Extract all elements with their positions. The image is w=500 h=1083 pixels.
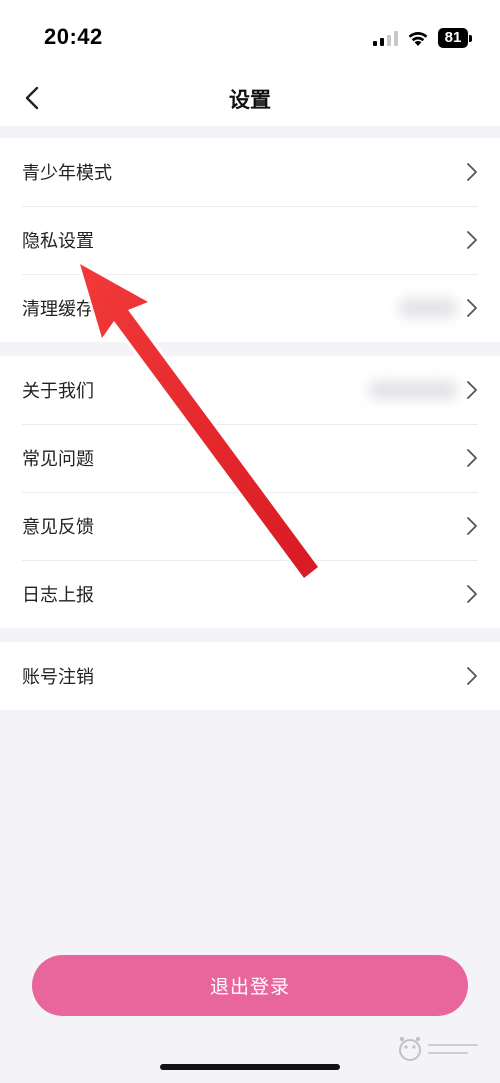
status-time: 20:42 (44, 24, 103, 49)
menu-item-label: 意见反馈 (22, 517, 94, 538)
settings-group-general: 青少年模式 隐私设置 清理缓存 (0, 138, 500, 342)
chevron-right-icon (467, 163, 477, 181)
chevron-right-icon (467, 299, 477, 317)
version-value-blurred (368, 380, 458, 400)
settings-group-account: 账号注销 (0, 642, 500, 710)
logout-button-label: 退出登录 (209, 976, 290, 998)
menu-item-teen-mode[interactable]: 青少年模式 (0, 138, 500, 206)
menu-item-label: 日志上报 (22, 585, 94, 606)
settings-group-info: 关于我们 常见问题 意见反馈 日志上报 (0, 356, 500, 628)
chevron-right-icon (467, 449, 477, 467)
menu-item-log-report[interactable]: 日志上报 (0, 560, 500, 628)
page-title: 设置 (229, 88, 271, 112)
watermark-logo-icon (399, 1036, 478, 1061)
cellular-signal-icon (373, 30, 398, 46)
menu-item-clear-cache[interactable]: 清理缓存 (0, 274, 500, 342)
menu-item-privacy-settings[interactable]: 隐私设置 (0, 206, 500, 274)
menu-item-label: 关于我们 (22, 381, 94, 402)
menu-item-label: 隐私设置 (22, 231, 94, 252)
battery-level: 81 (438, 28, 468, 48)
menu-item-label: 清理缓存 (22, 299, 94, 320)
menu-item-label: 青少年模式 (22, 163, 112, 184)
menu-item-label: 账号注销 (22, 667, 94, 688)
nav-bar: 设置 (0, 80, 500, 126)
menu-item-feedback[interactable]: 意见反馈 (0, 492, 500, 560)
status-bar: 20:42 81 (0, 0, 500, 80)
chevron-right-icon (467, 517, 477, 535)
menu-item-label: 常见问题 (22, 449, 94, 470)
menu-item-delete-account[interactable]: 账号注销 (0, 642, 500, 710)
home-indicator[interactable] (160, 1064, 340, 1070)
wifi-icon (408, 31, 428, 46)
status-icons: 81 (373, 28, 472, 48)
chevron-right-icon (467, 381, 477, 399)
menu-item-about-us[interactable]: 关于我们 (0, 356, 500, 424)
chevron-right-icon (467, 231, 477, 249)
chevron-right-icon (467, 667, 477, 685)
chevron-right-icon (467, 585, 477, 603)
menu-item-faq[interactable]: 常见问题 (0, 424, 500, 492)
logout-button[interactable]: 退出登录 (32, 955, 468, 1016)
battery-icon: 81 (438, 28, 472, 48)
cache-size-value-blurred (398, 298, 458, 318)
